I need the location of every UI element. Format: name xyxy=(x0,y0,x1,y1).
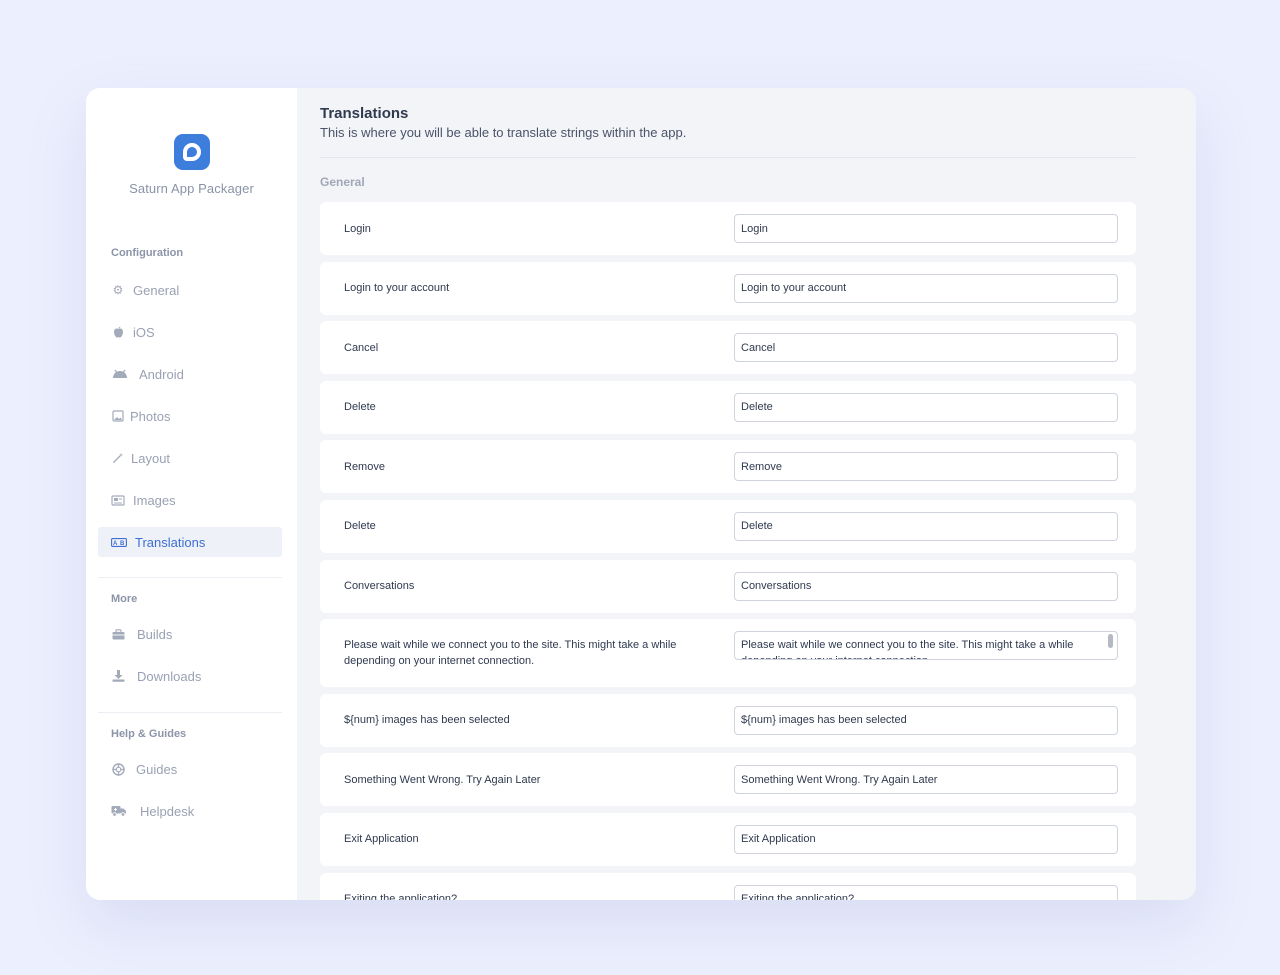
translate-icon: AB xyxy=(111,535,127,549)
sidebar-item-label: Android xyxy=(139,366,184,382)
sidebar-item-label: Helpdesk xyxy=(140,803,195,819)
sidebar-item-ios[interactable]: iOS xyxy=(98,317,282,347)
translation-row: Delete xyxy=(320,380,1136,434)
svg-text:A: A xyxy=(113,541,118,547)
magic-wand-icon xyxy=(111,451,125,465)
nav-heading: Configuration xyxy=(111,247,184,259)
translation-input[interactable] xyxy=(734,765,1118,795)
svg-text:B: B xyxy=(120,541,125,547)
app-window: Saturn App Packager Configuration ⚙ Gene… xyxy=(86,88,1196,900)
translation-label: Login to your account xyxy=(344,282,450,295)
translation-row: Exiting the application? xyxy=(320,872,1136,900)
translation-label: Conversations xyxy=(344,580,415,593)
translation-input[interactable] xyxy=(734,273,1118,303)
sidebar-item-builds[interactable]: Builds xyxy=(98,619,282,649)
sidebar-item-label: General xyxy=(133,282,180,298)
sidebar-item-android[interactable]: Android xyxy=(98,359,282,389)
sidebar-item-label: Images xyxy=(133,492,176,508)
app-logo-icon xyxy=(173,134,210,170)
translation-label: ${num} images has been selected xyxy=(344,714,510,727)
sidebar-item-label: Downloads xyxy=(137,668,202,684)
nav-heading: Help & Guides xyxy=(111,728,187,740)
sidebar-item-label: Photos xyxy=(130,408,171,424)
translation-input[interactable] xyxy=(734,824,1118,854)
sidebar-item-translations[interactable]: AB Translations xyxy=(98,527,282,557)
translation-row: Cancel xyxy=(320,321,1136,375)
sidebar-item-images[interactable]: Images xyxy=(98,485,282,515)
sidebar-item-layout[interactable]: Layout xyxy=(98,443,282,473)
page-subtitle: This is where you will be able to transl… xyxy=(320,125,687,140)
translation-row: Exit Application xyxy=(320,812,1136,866)
apple-icon xyxy=(111,325,125,339)
app-name: Saturn App Packager xyxy=(129,181,254,196)
android-icon xyxy=(111,367,129,381)
main-content: Translations This is where you will be a… xyxy=(297,88,1196,900)
translation-row: Conversations xyxy=(320,559,1136,613)
sidebar: Saturn App Packager Configuration ⚙ Gene… xyxy=(86,88,297,900)
translation-row: Something Went Wrong. Try Again Later xyxy=(320,753,1136,807)
translation-label: Delete xyxy=(344,401,376,414)
translation-label: Exiting the application? xyxy=(344,893,458,900)
sidebar-item-label: iOS xyxy=(133,324,155,340)
translation-row: Delete xyxy=(320,499,1136,553)
translation-input[interactable] xyxy=(734,392,1118,422)
sidebar-item-guides[interactable]: Guides xyxy=(98,754,282,784)
header-divider xyxy=(320,157,1136,158)
translation-row: Login to your account xyxy=(320,261,1136,315)
sidebar-item-label: Builds xyxy=(137,626,173,642)
sidebar-item-label: Translations xyxy=(135,534,206,550)
truck-icon xyxy=(111,804,127,818)
group-title: General xyxy=(320,175,365,189)
translation-textarea[interactable]: Please wait while we connect you to the … xyxy=(734,631,1118,661)
sidebar-item-label: Layout xyxy=(131,450,171,466)
translation-input[interactable] xyxy=(734,333,1118,363)
sidebar-divider xyxy=(98,577,282,578)
sidebar-divider xyxy=(98,712,282,713)
nav-section-configuration: Configuration ⚙ General iOS Android Phot… xyxy=(98,247,282,557)
translation-label: Exit Application xyxy=(344,833,419,846)
image-icon xyxy=(111,409,125,423)
nav-heading: More xyxy=(111,593,138,605)
page-title: Translations xyxy=(320,105,409,122)
translation-label: Please wait while we connect you to the … xyxy=(344,639,677,668)
translation-input[interactable] xyxy=(734,214,1118,243)
translation-label: Something Went Wrong. Try Again Later xyxy=(344,773,541,786)
toolbox-icon xyxy=(111,627,125,641)
translation-label: Remove xyxy=(344,460,385,473)
translation-input[interactable] xyxy=(734,571,1118,601)
translation-row: Remove xyxy=(320,440,1136,494)
translation-input[interactable] xyxy=(734,884,1118,900)
sidebar-item-photos[interactable]: Photos xyxy=(98,401,282,431)
translation-label: Cancel xyxy=(344,341,379,354)
translation-label: Delete xyxy=(344,520,376,533)
nav-section-more: More Builds Downloads xyxy=(98,593,282,691)
gear-icon: ⚙ xyxy=(112,283,124,297)
textarea-scrollbar[interactable] xyxy=(1108,634,1113,649)
sidebar-item-general[interactable]: ⚙ General xyxy=(98,275,282,305)
sidebar-item-helpdesk[interactable]: Helpdesk xyxy=(98,796,282,826)
translation-row: ${num} images has been selected xyxy=(320,693,1136,747)
translation-row: Please wait while we connect you to the … xyxy=(320,619,1136,688)
nav-section-help: Help & Guides Guides Helpdesk xyxy=(98,728,282,826)
translation-input[interactable] xyxy=(734,452,1118,482)
brand: Saturn App Packager xyxy=(86,134,297,196)
translation-label: Login xyxy=(344,222,371,235)
sidebar-item-label: Guides xyxy=(136,761,178,777)
download-icon xyxy=(111,669,125,683)
lifebuoy-icon xyxy=(111,762,125,776)
gallery-icon xyxy=(111,493,125,507)
translation-input[interactable] xyxy=(734,705,1118,735)
translation-list: Login Login to your account Cancel Delet… xyxy=(320,202,1136,900)
translation-row: Login xyxy=(320,202,1136,255)
translation-input[interactable] xyxy=(734,511,1118,541)
sidebar-item-downloads[interactable]: Downloads xyxy=(98,661,282,691)
